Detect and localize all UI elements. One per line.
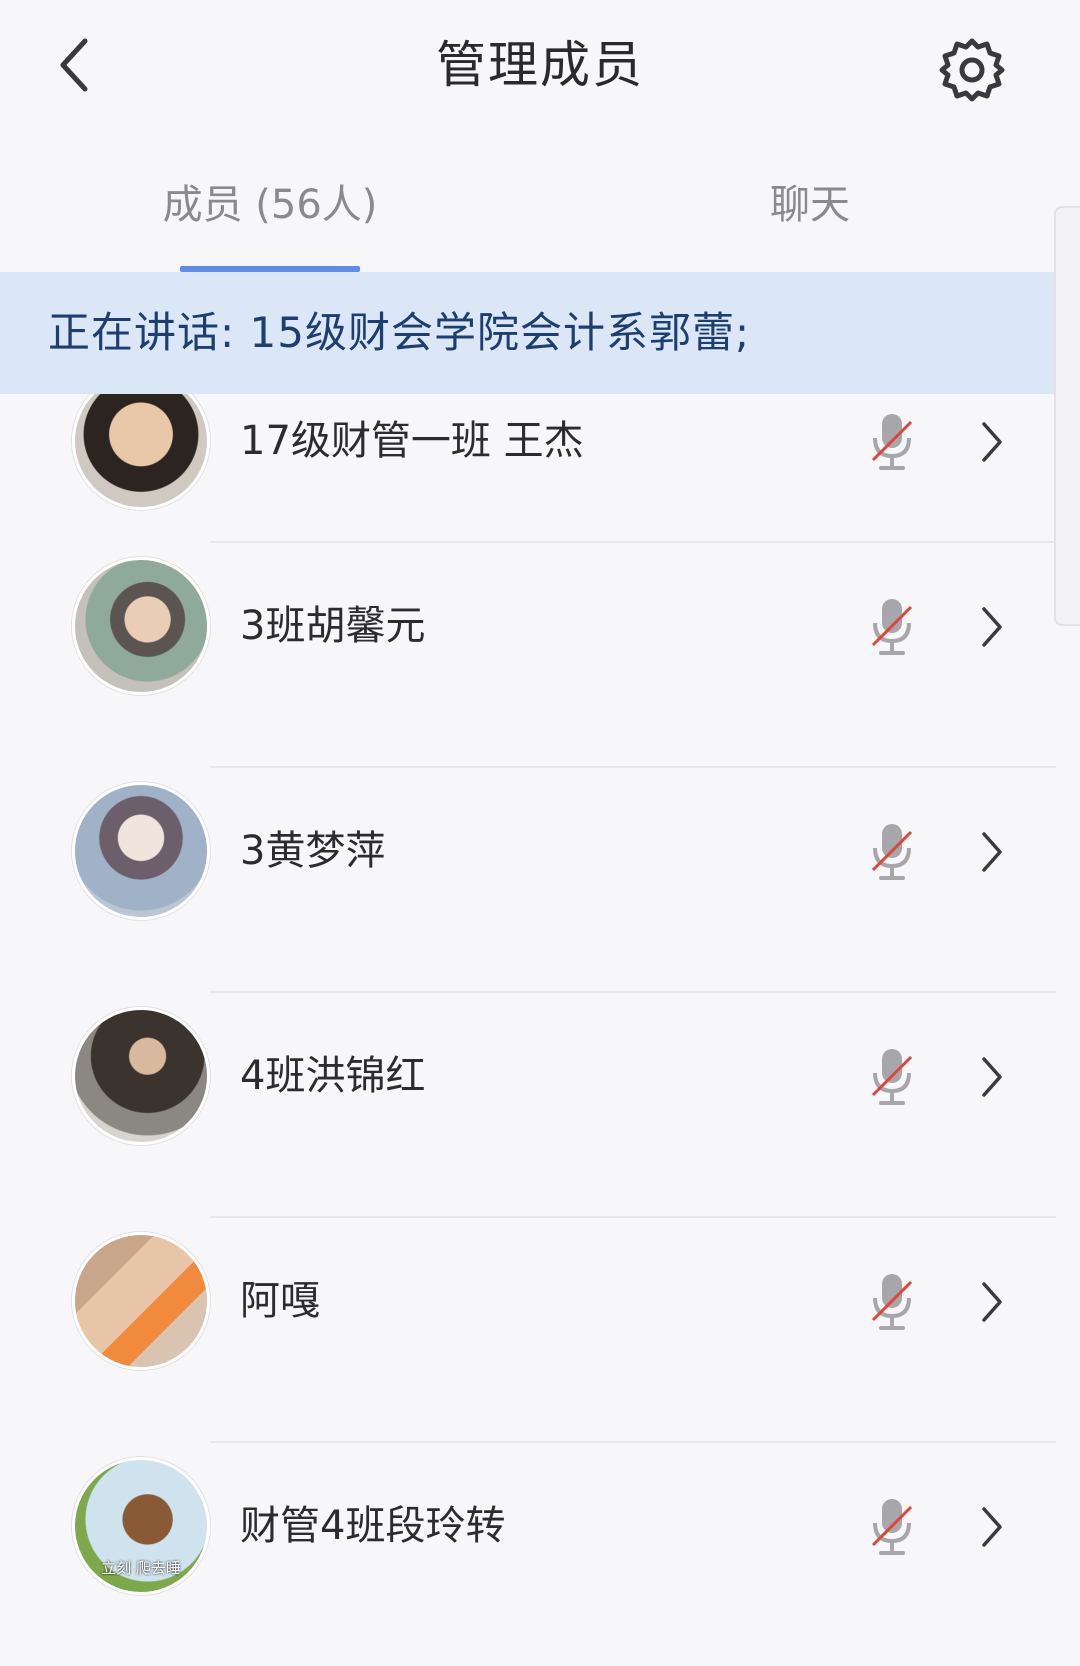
member-row[interactable]: 17级财管一班 王杰 (0, 394, 1080, 554)
mic-toggle-button[interactable] (862, 1267, 922, 1337)
tab-chat[interactable]: 聊天 (700, 160, 920, 272)
mic-muted-icon (871, 1049, 913, 1105)
mic-toggle-button[interactable] (862, 817, 922, 887)
mic-toggle-button[interactable] (862, 1042, 922, 1112)
member-name: 阿嘎 (240, 1278, 320, 1324)
member-row[interactable]: 3黄梦萍 (0, 768, 1080, 993)
chevron-right-icon (982, 1057, 1002, 1097)
member-row[interactable]: 立刻 爬去睡 财管4班段玲转 (0, 1443, 1080, 1666)
avatar: 立刻 爬去睡 (72, 1457, 210, 1595)
member-row[interactable]: 3班胡馨元 (0, 543, 1080, 768)
member-detail-button[interactable] (970, 822, 1014, 882)
member-detail-button[interactable] (970, 597, 1014, 657)
avatar-caption: 立刻 爬去睡 (101, 1559, 181, 1577)
chevron-right-icon (982, 422, 1002, 462)
avatar (72, 1232, 210, 1370)
mic-muted-icon (871, 1274, 913, 1330)
chevron-right-icon (982, 1507, 1002, 1547)
mic-muted-icon (871, 414, 913, 470)
member-row[interactable]: 4班洪锦红 (0, 993, 1080, 1218)
member-name: 17级财管一班 王杰 (240, 418, 584, 464)
member-list: 17级财管一班 王杰 3班胡馨元 3黄梦萍 4班洪锦红 阿嘎 立刻 爬去睡 财管… (0, 394, 1080, 1666)
mic-toggle-button[interactable] (862, 592, 922, 662)
member-name: 财管4班段玲转 (240, 1503, 506, 1549)
member-name: 3班胡馨元 (240, 603, 426, 649)
avatar (72, 557, 210, 695)
avatar (72, 782, 210, 920)
mic-toggle-button[interactable] (862, 1492, 922, 1562)
mic-muted-icon (871, 1499, 913, 1555)
avatar (72, 394, 210, 510)
mic-muted-icon (871, 824, 913, 880)
member-detail-button[interactable] (970, 1497, 1014, 1557)
gear-icon (939, 38, 1005, 102)
chevron-right-icon (982, 607, 1002, 647)
speaking-banner: 正在讲话: 15级财会学院会计系郭蕾; (0, 272, 1080, 394)
top-bar: 管理成员 (0, 0, 1080, 140)
member-row[interactable]: 阿嘎 (0, 1218, 1080, 1443)
member-detail-button[interactable] (970, 412, 1014, 472)
chevron-right-icon (982, 1282, 1002, 1322)
page-title: 管理成员 (436, 36, 644, 94)
tab-members[interactable]: 成员 (56人) (130, 160, 410, 272)
mic-toggle-button[interactable] (862, 407, 922, 477)
avatar (72, 1007, 210, 1145)
member-detail-button[interactable] (970, 1272, 1014, 1332)
mic-muted-icon (871, 599, 913, 655)
tab-bar: 成员 (56人) 聊天 (0, 160, 1080, 272)
member-name: 4班洪锦红 (240, 1053, 426, 1099)
member-name: 3黄梦萍 (240, 828, 386, 874)
member-detail-button[interactable] (970, 1047, 1014, 1107)
settings-button[interactable] (932, 30, 1012, 110)
chevron-right-icon (982, 832, 1002, 872)
